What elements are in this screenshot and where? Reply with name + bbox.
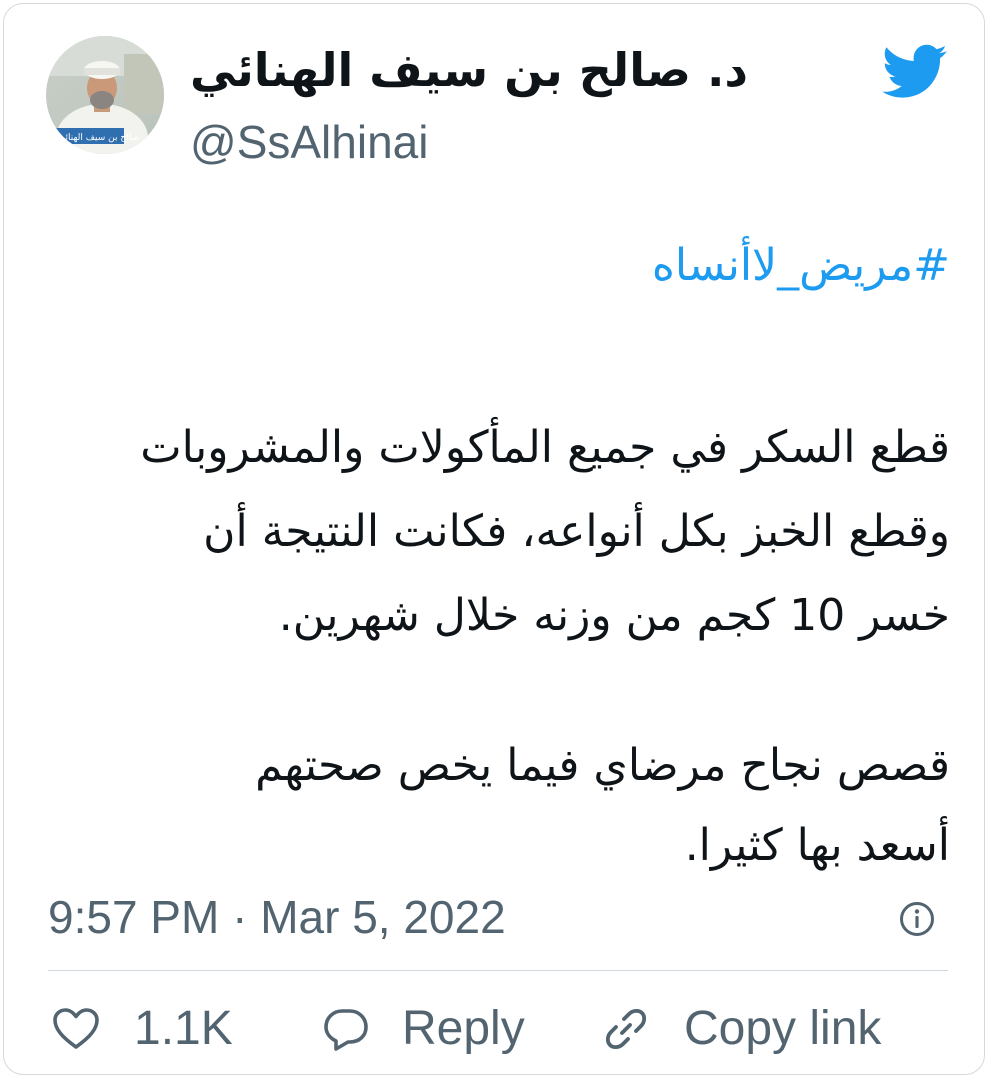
tweet-actions: 1.1K Reply Copy link <box>48 994 948 1064</box>
tweet-card: د. صالح بن سيف الهنائي د. صالح بن سيف ال… <box>3 3 985 1075</box>
speech-bubble-icon <box>324 1009 368 1051</box>
divider <box>48 970 948 971</box>
avatar-caption: د. صالح بن سيف الهنائي <box>58 133 149 143</box>
tweet-paragraph-1: قطع السكر في جميع المأكولات والمشروبات و… <box>44 406 950 658</box>
tweet-line: قصص نجاح مرضاي فيما يخص صحتهم <box>255 740 950 791</box>
tweet-line: خسر 10 كجم من وزنه خلال شهرين. <box>278 590 950 641</box>
tweet-paragraph-2: قصص نجاح مرضاي فيما يخص صحتهم أسعد بها ك… <box>44 726 950 886</box>
author-block[interactable]: د. صالح بن سيف الهنائي @SsAlhinai <box>190 42 750 170</box>
tweet-line: قطع السكر في جميع المأكولات والمشروبات <box>140 422 950 473</box>
reply-label: Reply <box>402 1002 525 1055</box>
copy-link-button[interactable]: Copy link <box>602 994 881 1064</box>
tweet-header: د. صالح بن سيف الهنائي د. صالح بن سيف ال… <box>4 4 984 204</box>
tweet-line: أسعد بها كثيرا. <box>684 820 950 871</box>
like-button[interactable]: 1.1K <box>52 994 233 1064</box>
reply-button[interactable]: Reply <box>322 994 525 1064</box>
hashtag-link[interactable]: #مريض_لاأنساه <box>44 236 950 296</box>
link-icon <box>605 1008 647 1050</box>
heart-icon <box>53 1008 99 1049</box>
twitter-bird-icon[interactable] <box>882 44 948 100</box>
info-icon[interactable] <box>899 901 935 937</box>
tweet-line: وقطع الخبز بكل أنواعه، فكانت النتيجة أن <box>203 506 950 557</box>
like-count: 1.1K <box>134 1002 233 1055</box>
author-display-name[interactable]: د. صالح بن سيف الهنائي <box>190 42 750 98</box>
author-handle[interactable]: @SsAlhinai <box>190 114 750 170</box>
tweet-timestamp[interactable]: 9:57 PM · Mar 5, 2022 <box>48 882 506 952</box>
avatar[interactable]: د. صالح بن سيف الهنائي <box>46 36 164 154</box>
copy-link-label: Copy link <box>684 1002 882 1055</box>
